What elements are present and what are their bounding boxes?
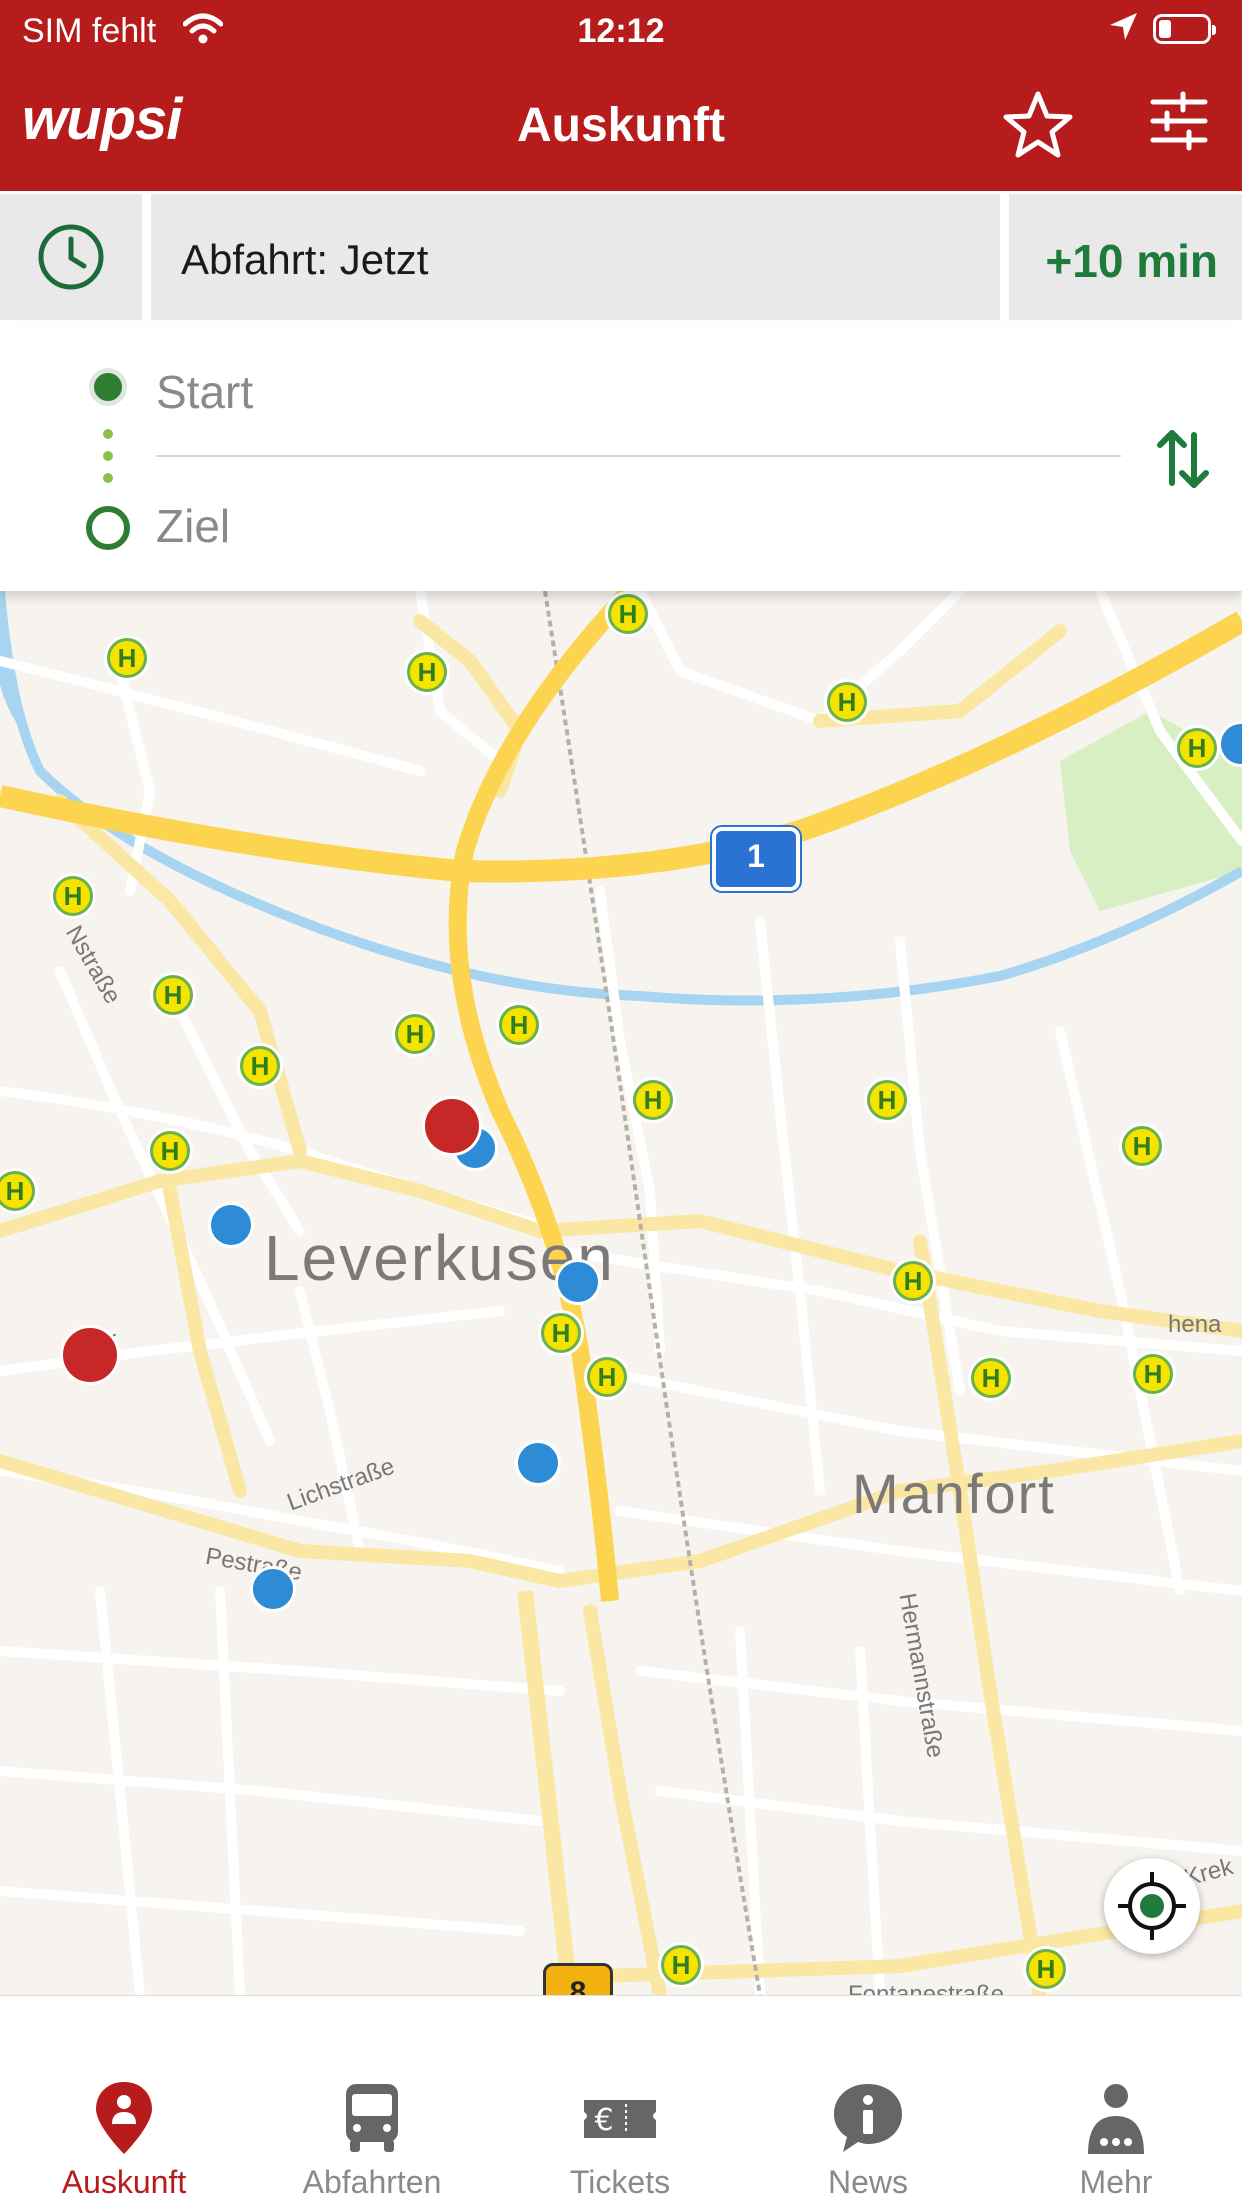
field-divider	[156, 455, 1121, 457]
bike-station-icon[interactable]	[555, 1259, 601, 1305]
app-bar: wupsi Auskunft	[0, 62, 1242, 191]
departure-label: Abfahrt: Jetzt	[181, 236, 429, 283]
street-label-hena: hena	[1168, 1311, 1222, 1338]
tab-auskunft[interactable]: Auskunft	[0, 1996, 248, 2209]
person-more-icon	[1088, 2084, 1144, 2154]
bus-stop-icon[interactable]	[824, 679, 870, 725]
highway-shield-8: 8	[543, 1963, 613, 1995]
star-icon[interactable]	[998, 86, 1078, 166]
ticket-euro-icon: €	[584, 2100, 656, 2138]
info-bubble-icon	[834, 2084, 902, 2152]
bus-stop-icon[interactable]	[147, 1128, 193, 1174]
tab-bar: Auskunft Abfahrten € Tickets News Mehr	[0, 1995, 1242, 2209]
bus-stop-icon[interactable]	[968, 1355, 1014, 1401]
tab-label-mehr: Mehr	[1079, 2164, 1153, 2200]
locate-me-icon[interactable]	[1104, 1858, 1200, 1954]
bus-stop-icon[interactable]	[630, 1077, 676, 1123]
bus-stop-icon[interactable]	[1023, 1946, 1069, 1992]
header: SIM fehlt 12:12 wupsi Auskunft	[0, 0, 1242, 191]
bus-stop-icon[interactable]	[50, 873, 96, 919]
tab-mehr[interactable]: Mehr	[992, 1996, 1240, 2209]
tab-label-tickets: Tickets	[569, 2164, 671, 2200]
street-label-fontanestrasse: Fontanestraße	[848, 1981, 1005, 1995]
map-base	[0, 591, 1242, 1995]
clock-icon	[38, 224, 104, 290]
bus-stop-icon[interactable]	[104, 635, 150, 681]
map-view[interactable]: Leverkusen Manfort Lichstraße Pestraße H…	[0, 591, 1242, 1995]
bus-stop-icon[interactable]	[1174, 725, 1220, 771]
location-arrow-icon	[1106, 10, 1140, 53]
battery-low-icon	[1153, 14, 1216, 44]
tab-news[interactable]: News	[744, 1996, 992, 2209]
tab-label-news: News	[827, 2164, 908, 2200]
departure-time-row: Abfahrt: Jetzt +10 min	[0, 191, 1242, 323]
bus-stop-icon[interactable]	[605, 591, 651, 637]
svg-text:€: €	[594, 2103, 613, 2138]
location-pin-person-icon	[96, 2082, 152, 2154]
bus-stop-icon[interactable]	[237, 1043, 283, 1089]
start-dot-icon	[89, 368, 127, 406]
tab-tickets[interactable]: € Tickets	[496, 1996, 744, 2209]
destination-input[interactable]	[156, 486, 1121, 566]
departure-time-selector[interactable]: Abfahrt: Jetzt	[151, 194, 1000, 320]
filter-sliders-icon[interactable]	[1143, 86, 1223, 166]
swap-vertical-icon[interactable]	[1152, 423, 1214, 495]
clock-button[interactable]	[0, 194, 142, 320]
bus-stop-icon[interactable]	[890, 1258, 936, 1304]
start-input[interactable]	[156, 352, 1121, 432]
bus-stop-icon[interactable]	[584, 1354, 630, 1400]
bus-stop-icon[interactable]	[404, 649, 450, 695]
bike-station-icon[interactable]	[208, 1202, 254, 1248]
car-sharing-icon[interactable]	[422, 1096, 482, 1156]
bus-stop-icon[interactable]	[864, 1077, 910, 1123]
status-bar: SIM fehlt 12:12	[0, 0, 1242, 62]
destination-ring-icon	[86, 506, 130, 550]
bus-stop-icon[interactable]	[392, 1011, 438, 1057]
bus-stop-icon[interactable]	[1119, 1123, 1165, 1169]
highway-shield-1: 1	[712, 827, 800, 891]
bike-station-icon[interactable]	[515, 1440, 561, 1486]
tab-label-abfahrten: Abfahrten	[302, 2164, 442, 2200]
bus-stop-icon[interactable]	[1130, 1351, 1176, 1397]
car-sharing-icon[interactable]	[60, 1325, 120, 1385]
bike-station-icon[interactable]	[250, 1566, 296, 1612]
plus-10-min-label: +10 min	[1045, 235, 1218, 287]
bus-icon	[346, 2084, 398, 2152]
route-input-card	[0, 323, 1242, 591]
tab-label-auskunft: Auskunft	[61, 2164, 187, 2200]
route-dots	[103, 429, 113, 495]
bus-stop-icon[interactable]	[538, 1310, 584, 1356]
plus-10-min-button[interactable]: +10 min	[1009, 194, 1242, 320]
clock-time: 12:12	[577, 12, 665, 50]
bus-stop-icon[interactable]	[150, 972, 196, 1018]
bus-stop-icon[interactable]	[496, 1002, 542, 1048]
tab-abfahrten[interactable]: Abfahrten	[248, 1996, 496, 2209]
bus-stop-icon[interactable]	[658, 1942, 704, 1988]
city-label-manfort: Manfort	[852, 1462, 1056, 1525]
